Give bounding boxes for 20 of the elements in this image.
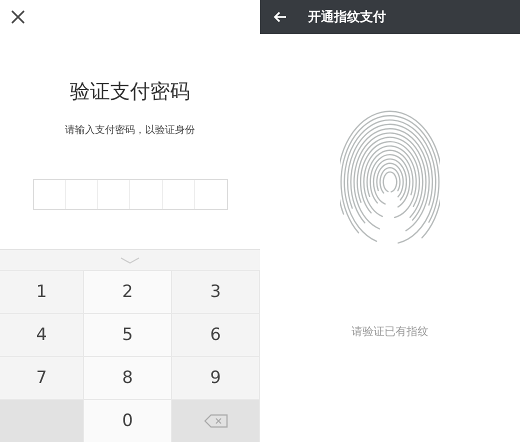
- digit-key[interactable]: 7: [0, 356, 84, 399]
- fingerprint-prompt: 请验证已有指纹: [350, 324, 430, 339]
- instruction-text: 请输入支付密码，以验证身份: [64, 124, 196, 137]
- digit-key[interactable]: 6: [172, 313, 260, 356]
- digit-key[interactable]: 4: [0, 313, 84, 356]
- digit-key[interactable]: 1: [0, 270, 84, 313]
- digit-key[interactable]: 5: [84, 313, 172, 356]
- digit-key[interactable]: 9: [172, 356, 260, 399]
- close-icon: [11, 10, 25, 24]
- password-field[interactable]: [32, 179, 228, 210]
- dialog-title: 验证支付密码: [69, 78, 191, 105]
- digit-key[interactable]: 2: [84, 270, 172, 313]
- backspace-key[interactable]: [172, 399, 260, 442]
- digit-key[interactable]: 0: [84, 399, 172, 442]
- chevron-down-icon: [120, 256, 140, 264]
- back-arrow-icon: [273, 11, 287, 23]
- digit-key[interactable]: 3: [172, 270, 260, 313]
- backspace-icon: [204, 414, 228, 428]
- screen-title: 开通指纹支付: [308, 9, 386, 26]
- digit-key[interactable]: 8: [84, 356, 172, 399]
